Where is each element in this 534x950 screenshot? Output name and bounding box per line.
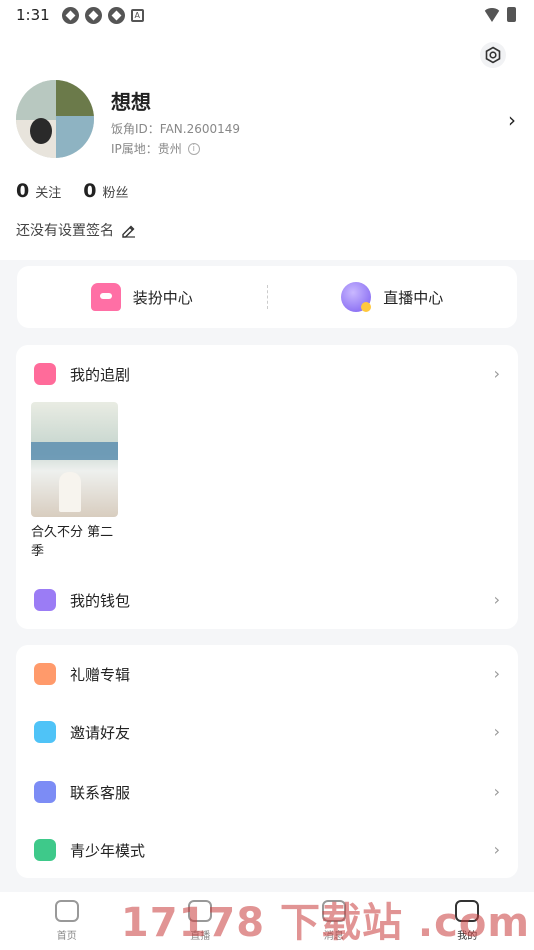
- app-notification-icon: [61, 6, 79, 24]
- dress-up-center-label: 装扮中心: [132, 288, 193, 307]
- chevron-right-icon: ›: [493, 664, 500, 683]
- invite-friend-icon: [34, 721, 56, 743]
- follow-stats: 0 关注 0 粉丝: [16, 180, 129, 202]
- my-wallet-label: 我的钱包: [70, 591, 131, 610]
- chevron-right-icon: ›: [493, 364, 500, 383]
- drama-poster[interactable]: [31, 402, 118, 517]
- ip-location-text: IP属地：贵州: [111, 142, 182, 156]
- followers-label: 粉丝: [102, 186, 129, 201]
- invite-friends-label: 邀请好友: [70, 723, 131, 742]
- chevron-right-icon: ›: [493, 590, 500, 609]
- wallet-icon: [34, 589, 56, 611]
- avatar[interactable]: [16, 80, 94, 158]
- followers-stat[interactable]: 0 粉丝: [83, 180, 128, 202]
- chevron-right-icon: ›: [493, 840, 500, 859]
- following-stat[interactable]: 0 关注: [16, 180, 61, 202]
- planet-icon: [341, 282, 372, 312]
- settings-button[interactable]: [480, 42, 506, 68]
- info-icon[interactable]: i: [187, 142, 200, 155]
- teen-mode-label: 青少年模式: [70, 841, 146, 860]
- teen-mode-icon: [34, 839, 56, 861]
- teen-mode-row[interactable]: 青少年模式 ›: [16, 821, 518, 879]
- my-dramas-row[interactable]: 我的追剧 ›: [16, 345, 518, 403]
- gift-album-label: 礼赠专辑: [70, 665, 131, 684]
- nav-home[interactable]: 首页: [0, 892, 134, 950]
- live-center-button[interactable]: 直播中心: [268, 266, 518, 328]
- live-center-label: 直播中心: [383, 288, 444, 307]
- wifi-icon: [483, 7, 501, 22]
- following-count: 0: [16, 180, 30, 202]
- profile-detail-chevron-icon[interactable]: ›: [508, 108, 516, 132]
- invite-friends-row[interactable]: 邀请好友 ›: [16, 703, 518, 761]
- customer-service-icon: [34, 781, 56, 803]
- chevron-right-icon: ›: [493, 782, 500, 801]
- chevron-right-icon: ›: [493, 722, 500, 741]
- home-icon: [54, 900, 79, 922]
- my-wallet-row[interactable]: 我的钱包 ›: [16, 571, 518, 629]
- edit-pencil-icon: [122, 225, 135, 238]
- shirt-icon: [90, 283, 121, 311]
- nickname: 想想: [111, 90, 151, 114]
- following-label: 关注: [35, 186, 62, 201]
- watermark: 17178 下载站 .com: [120, 900, 530, 946]
- dress-up-center-button[interactable]: 装扮中心: [17, 266, 267, 328]
- my-dramas-label: 我的追剧: [70, 365, 131, 384]
- followers-count: 0: [83, 180, 97, 202]
- a-notification-icon: A: [130, 8, 144, 22]
- status-bar: 1:31 A: [0, 0, 534, 30]
- signature[interactable]: 还没有设置签名: [16, 220, 136, 240]
- app-notification-icon: [107, 6, 125, 24]
- drama-wallet-card: 我的追剧 › 合久不分 第二季 我的钱包 ›: [16, 345, 518, 629]
- battery-icon: [507, 7, 516, 22]
- profile-header: 想想 饭角ID：FAN.2600149 IP属地：贵州 i › 0 关注 0 粉丝 …: [0, 30, 534, 260]
- nav-home-label: 首页: [56, 931, 77, 942]
- settings-icon: [485, 46, 501, 64]
- system-icons: [483, 7, 516, 22]
- gift-album-row[interactable]: 礼赠专辑 ›: [16, 645, 518, 703]
- customer-service-row[interactable]: 联系客服 ›: [16, 763, 518, 821]
- gift-icon: [34, 663, 56, 685]
- menu-card: 礼赠专辑 › 邀请好友 › 联系客服 › 青少年模式 ›: [16, 645, 518, 878]
- quick-actions-card: 装扮中心 直播中心: [17, 266, 517, 328]
- customer-service-label: 联系客服: [70, 783, 131, 802]
- heart-icon: [34, 363, 56, 385]
- signature-text: 还没有设置签名: [16, 223, 114, 239]
- fan-id: 饭角ID：FAN.2600149: [111, 122, 241, 136]
- notification-icons: A: [61, 6, 144, 24]
- drama-title[interactable]: 合久不分 第二季: [31, 523, 126, 561]
- app-notification-icon: [84, 6, 102, 24]
- status-time: 1:31: [16, 6, 50, 24]
- ip-location: IP属地：贵州 i: [111, 140, 200, 157]
